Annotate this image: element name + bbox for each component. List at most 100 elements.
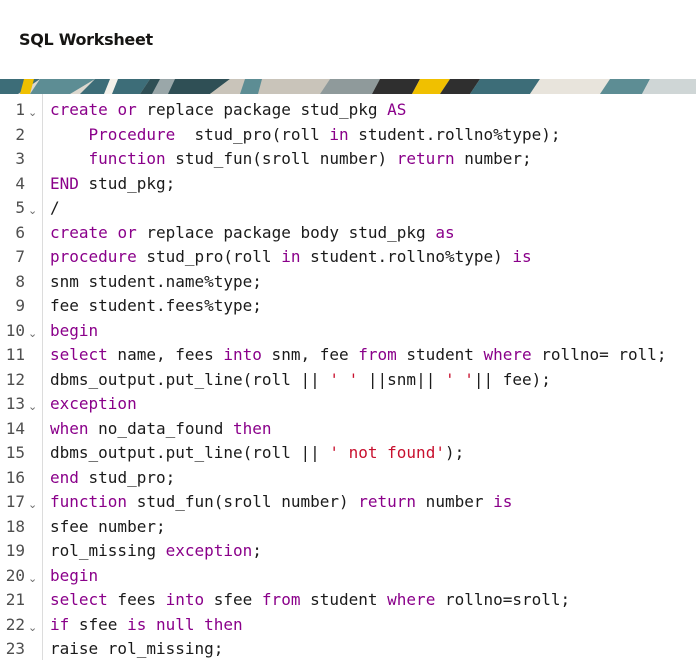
code-token: ||snm|| bbox=[358, 369, 445, 389]
code-text: function stud_fun(sroll number) return n… bbox=[50, 490, 512, 515]
code-token: name, fees bbox=[107, 345, 224, 364]
code-token: sfee bbox=[204, 590, 262, 609]
code-line[interactable]: 22 ⌄ if sfee is null then bbox=[0, 613, 696, 638]
code-line[interactable]: 9 fee student.fees%type; bbox=[0, 294, 696, 319]
keyword-token: where bbox=[483, 345, 532, 364]
code-token: student.rollno%type) bbox=[300, 247, 513, 266]
code-token: stud_pro(roll bbox=[175, 124, 330, 144]
line-number: 14 bbox=[5, 418, 25, 438]
code-token: || fee); bbox=[473, 369, 551, 389]
code-line[interactable]: 18 sfee number; bbox=[0, 515, 696, 540]
code-line[interactable]: 15 dbms_output.put_line(roll || ' not fou… bbox=[0, 441, 696, 466]
code-line[interactable]: 20 ⌄ begin bbox=[0, 564, 696, 589]
keyword-token: exception bbox=[50, 394, 137, 413]
line-number: 1 bbox=[15, 100, 25, 119]
code-token: raise rol_missing; bbox=[50, 639, 224, 658]
code-token: rollno=sroll; bbox=[435, 590, 571, 609]
code-text: select fees into sfee from student where… bbox=[50, 588, 570, 613]
code-text: fee student.fees%type; bbox=[50, 294, 262, 319]
keyword-token: create bbox=[50, 100, 108, 119]
keyword-token: into bbox=[223, 345, 262, 364]
code-line[interactable]: 23 raise rol_missing; bbox=[0, 637, 696, 660]
code-token: sfee bbox=[69, 614, 128, 634]
keyword-token: create bbox=[50, 222, 108, 242]
code-line[interactable]: 12 dbms_output.put_line(roll || ' ' ||snm… bbox=[0, 368, 696, 393]
code-token: ); bbox=[444, 443, 465, 462]
keyword-token: then bbox=[204, 614, 243, 634]
code-text: when no_data_found then bbox=[50, 417, 272, 442]
line-number: 18 bbox=[5, 516, 25, 536]
code-token: replace package stud_pkg bbox=[136, 100, 388, 119]
code-editor[interactable]: 1 ⌄ create or replace package stud_pkg AS 2… bbox=[0, 94, 696, 660]
code-line[interactable]: 8 snm student.name%type; bbox=[0, 270, 696, 295]
code-token: student.rollno%type); bbox=[348, 124, 561, 144]
code-token: no_data_found bbox=[88, 418, 234, 438]
code-line[interactable]: 10 ⌄ begin bbox=[0, 319, 696, 344]
line-number: 22 bbox=[5, 614, 25, 634]
keyword-token: select bbox=[50, 345, 108, 364]
code-token: fee student.fees%type; bbox=[50, 296, 262, 315]
code-text: create or replace package body stud_pkg … bbox=[50, 221, 455, 246]
keyword-token: then bbox=[233, 418, 272, 438]
keyword-token: if bbox=[50, 614, 70, 634]
code-text: sfee number; bbox=[50, 515, 166, 540]
code-token: student bbox=[300, 590, 388, 609]
code-text: raise rol_missing; bbox=[50, 637, 223, 660]
code-line[interactable]: 3 function stud_fun(sroll number) return… bbox=[0, 147, 696, 172]
code-text: END stud_pkg; bbox=[50, 172, 175, 197]
line-number: 21 bbox=[5, 590, 25, 609]
code-line[interactable]: 17 ⌄ function stud_fun(sroll number) retur… bbox=[0, 490, 696, 515]
keyword-token: procedure bbox=[50, 247, 137, 266]
keyword-token: end bbox=[50, 467, 79, 487]
code-text: select name, fees into snm, fee from stu… bbox=[50, 343, 667, 368]
code-token: sfee number; bbox=[50, 516, 166, 536]
code-token: snm, fee bbox=[261, 345, 359, 364]
code-token: number bbox=[416, 492, 494, 511]
keyword-token: in bbox=[281, 247, 301, 266]
keyword-token: or bbox=[117, 100, 137, 119]
line-number: 6 bbox=[15, 222, 25, 242]
code-line[interactable]: 5 ⌄ / bbox=[0, 196, 696, 221]
code-text: dbms_output.put_line(roll || ' ' ||snm||… bbox=[50, 368, 551, 393]
code-token: stud_pkg; bbox=[78, 173, 176, 193]
code-token: rol_missing bbox=[50, 541, 166, 560]
keyword-token: function bbox=[88, 149, 166, 168]
code-text: / bbox=[50, 196, 60, 221]
code-line[interactable]: 6 create or replace package body stud_pkg… bbox=[0, 221, 696, 246]
keyword-token: or bbox=[117, 222, 137, 242]
code-line[interactable]: 7 procedure stud_pro(roll in student.roll… bbox=[0, 245, 696, 270]
line-number: 2 bbox=[15, 124, 25, 144]
code-text: function stud_fun(sroll number) return n… bbox=[50, 147, 532, 172]
line-number: 12 bbox=[5, 369, 25, 389]
code-line[interactable]: 14 when no_data_found then bbox=[0, 417, 696, 442]
code-line[interactable]: 21 select fees into sfee from student whe… bbox=[0, 588, 696, 613]
string-token: ' ' bbox=[444, 369, 474, 389]
code-token: stud_fun(sroll number) bbox=[165, 149, 397, 168]
code-line[interactable]: 13 ⌄ exception bbox=[0, 392, 696, 417]
code-line[interactable]: 1 ⌄ create or replace package stud_pkg AS bbox=[0, 98, 696, 123]
code-line[interactable]: 11 select name, fees into snm, fee from s… bbox=[0, 343, 696, 368]
code-token: stud_fun(sroll number) bbox=[127, 492, 359, 511]
code-token: dbms_output.put_line(roll || bbox=[50, 443, 330, 462]
code-line[interactable]: 4 END stud_pkg; bbox=[0, 172, 696, 197]
code-text: end stud_pro; bbox=[50, 466, 175, 491]
line-number: 17 bbox=[5, 492, 25, 511]
code-text: create or replace package stud_pkg AS bbox=[50, 98, 406, 123]
code-line[interactable]: 2 Procedure stud_pro(roll in student.rol… bbox=[0, 123, 696, 148]
code-token: snm student.name%type; bbox=[50, 271, 262, 291]
line-number: 13 bbox=[5, 394, 25, 413]
line-number: 23 bbox=[5, 639, 25, 658]
line-number: 8 bbox=[15, 271, 25, 291]
string-token: ' ' bbox=[329, 369, 359, 389]
keyword-token: exception bbox=[165, 541, 253, 560]
code-line[interactable]: 16 end stud_pro; bbox=[0, 466, 696, 491]
code-token: stud_pro(roll bbox=[136, 247, 282, 266]
keyword-token: where bbox=[387, 590, 436, 609]
code-token: replace package body stud_pkg bbox=[136, 222, 436, 242]
code-line[interactable]: 19 rol_missing exception; bbox=[0, 539, 696, 564]
line-number: 4 bbox=[15, 173, 25, 193]
